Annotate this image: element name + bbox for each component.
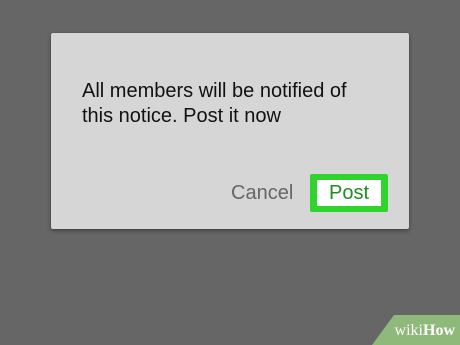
watermark-text: wikiHow: [395, 322, 455, 340]
screen-background: All members will be notified of this not…: [0, 0, 460, 345]
dialog-message: All members will be notified of this not…: [82, 80, 347, 127]
cancel-button[interactable]: Cancel: [231, 180, 293, 206]
watermark-suffix: How: [423, 322, 455, 339]
post-button-highlight: Post: [310, 174, 388, 212]
post-button[interactable]: Post: [317, 180, 381, 206]
dialog-actions: Cancel Post: [51, 174, 409, 212]
wikihow-watermark: wikiHow: [364, 315, 460, 345]
watermark-prefix: wiki: [394, 322, 423, 339]
confirm-post-dialog: All members will be notified of this not…: [51, 33, 409, 229]
